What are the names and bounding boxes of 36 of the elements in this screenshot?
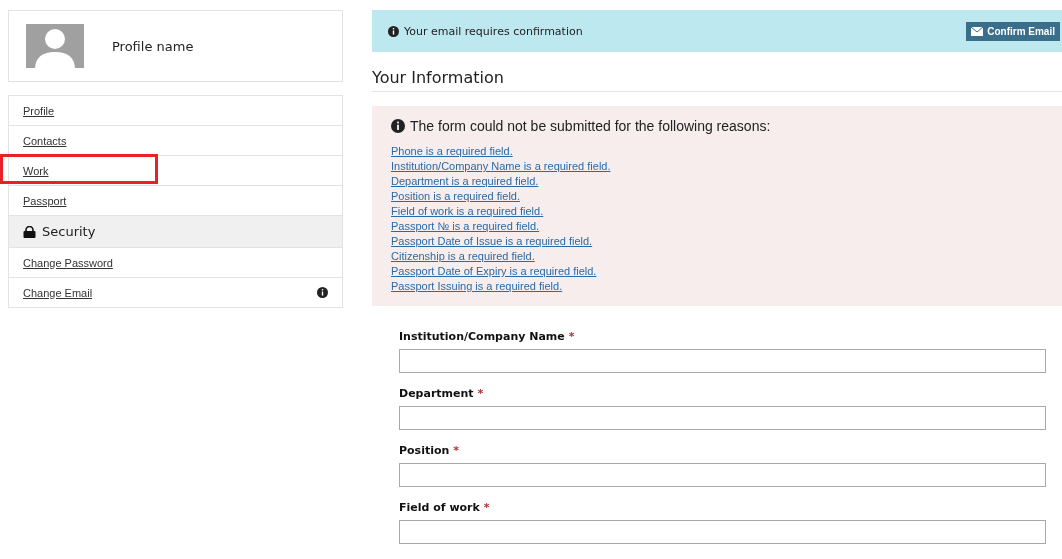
error-link[interactable]: Phone is a required field.	[391, 144, 1044, 159]
input-field[interactable]	[399, 463, 1046, 487]
error-link[interactable]: Position is a required field.	[391, 189, 1044, 204]
field-label: Institution/Company Name *	[399, 330, 576, 343]
info-icon	[391, 119, 405, 133]
alert-text: Your email requires confirmation	[404, 24, 583, 38]
security-title: Security	[42, 224, 96, 239]
profile-name: Profile name	[112, 38, 194, 54]
info-icon	[317, 287, 328, 298]
error-link[interactable]: Passport Date of Issue is a required field.	[391, 234, 1044, 249]
nav-link[interactable]: Change Email	[23, 286, 93, 299]
nav-link[interactable]: Contacts	[23, 134, 67, 147]
nav-link[interactable]: Passport	[23, 194, 67, 207]
input-field[interactable]	[399, 520, 1046, 544]
nav-link[interactable]: Profile	[23, 104, 55, 117]
field-label: Position *	[399, 444, 460, 457]
confirm-email-button[interactable]: Confirm Email	[966, 21, 1060, 41]
error-link[interactable]: Institution/Company Name is a required field.	[391, 159, 1044, 174]
error-link[interactable]: Passport № is a required field.	[391, 219, 1044, 234]
envelope-icon	[971, 26, 984, 36]
field-label: Department *	[399, 387, 485, 400]
error-link[interactable]: Citizenship is a required field.	[391, 249, 1044, 264]
info-icon	[388, 25, 399, 37]
error-link[interactable]: Field of work is a required field.	[391, 204, 1044, 219]
error-link[interactable]: Passport Date of Expiry is a required field.	[391, 264, 1044, 279]
nav-link[interactable]: Work	[23, 164, 49, 177]
error-link[interactable]: Passport Issuing is a required field.	[391, 279, 1044, 294]
error-title: The form could not be submitted for the following reasons:	[410, 118, 771, 134]
lock-icon	[23, 225, 36, 238]
input-field[interactable]	[399, 349, 1046, 373]
nav-link[interactable]: Change Password	[23, 256, 113, 269]
input-field[interactable]	[399, 406, 1046, 430]
error-link[interactable]: Department is a required field.	[391, 174, 1044, 189]
avatar-silhouette	[26, 24, 84, 68]
section-heading: Your Information	[372, 68, 1062, 92]
field-label: Field of work *	[399, 501, 491, 514]
